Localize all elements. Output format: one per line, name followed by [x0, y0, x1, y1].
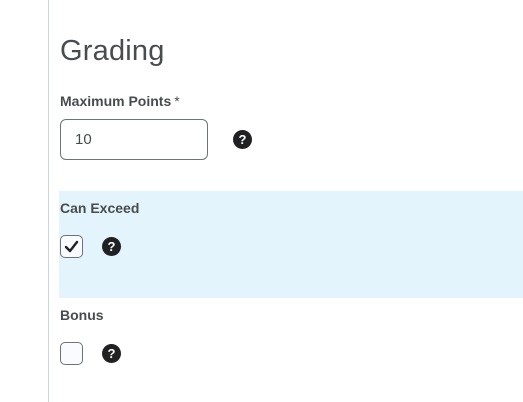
bonus-label: Bonus: [60, 307, 104, 323]
max-points-label: Maximum Points *: [60, 92, 180, 110]
required-marker: *: [174, 93, 180, 109]
max-points-label-text: Maximum Points: [60, 93, 172, 109]
bonus-help-icon[interactable]: ?: [102, 344, 121, 363]
max-points-input[interactable]: [60, 119, 208, 160]
bonus-checkbox[interactable]: [60, 342, 83, 365]
grading-title: Grading: [60, 35, 165, 67]
can-exceed-checkbox[interactable]: [60, 235, 83, 258]
panel-divider: [48, 0, 49, 402]
can-exceed-label: Can Exceed: [60, 200, 140, 216]
max-points-help-icon[interactable]: ?: [233, 130, 252, 149]
can-exceed-help-icon[interactable]: ?: [102, 237, 121, 256]
grading-panel: Grading Maximum Points* ? Can Exceed ? B…: [0, 0, 523, 402]
checkmark-icon: [64, 240, 79, 253]
